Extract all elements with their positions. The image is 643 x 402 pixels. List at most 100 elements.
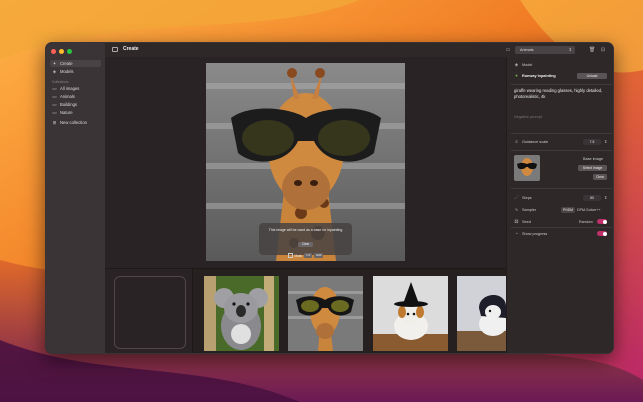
sidebar-item-models[interactable]: ◈ Models: [50, 68, 76, 75]
divider: [511, 133, 612, 134]
sampler-row: ∿ Sampler: [514, 207, 537, 212]
unload-button[interactable]: Unload: [577, 73, 607, 79]
gallery-thumb-dog-witch-hat[interactable]: [373, 276, 448, 351]
sidebar-toggle-icon[interactable]: [112, 47, 118, 52]
sidebar-item-animals[interactable]: ▭ Animals: [50, 93, 77, 100]
divider: [511, 84, 612, 85]
collection-select[interactable]: Animals ⇕: [515, 46, 575, 54]
dog-witch-hat-image: [373, 276, 448, 351]
cube-icon: ◈: [514, 62, 519, 67]
seed-value: Random: [579, 220, 593, 224]
app-window: ✦ Create ◈ Models Collections ▭ All imag…: [45, 42, 614, 354]
zoom-window-button[interactable]: [67, 49, 72, 54]
steps-value-field[interactable]: 50: [583, 195, 601, 201]
sidebar-item-label: Models: [60, 69, 74, 74]
folder-icon: ▭: [505, 47, 511, 53]
koala-image: [204, 276, 279, 351]
divider: [511, 227, 612, 228]
sliders-icon: ≡: [515, 139, 518, 144]
select-image-button[interactable]: Select image: [578, 165, 607, 171]
mask-edit-button[interactable]: Edit: [314, 253, 324, 258]
gallery-thumb-koala[interactable]: [204, 276, 279, 351]
folder-icon: ▭: [52, 86, 57, 91]
footsteps-icon: ⋰: [514, 195, 519, 200]
sidebar-item-label: Nature: [60, 110, 73, 115]
seed-random-toggle[interactable]: [597, 219, 607, 224]
model-label: Model: [522, 62, 533, 67]
sidebar-item-label: Create: [60, 61, 73, 66]
show-progress-toggle[interactable]: [597, 231, 607, 236]
gallery-thumb-dog-hood[interactable]: [457, 276, 506, 351]
gallery-placeholder-pane: [105, 269, 193, 353]
sparkle-icon: ✦: [52, 61, 57, 66]
trash-icon[interactable]: 🗑: [589, 47, 595, 53]
mask-row: Mask 1.0 Edit: [259, 253, 352, 258]
folder-plus-icon: ⊞: [52, 120, 57, 125]
sidebar-item-nature[interactable]: ▭ Nature: [50, 109, 75, 116]
model-section: ◈ Model: [514, 62, 533, 67]
collections-header: Collections: [52, 80, 69, 84]
sidebar-item-label: Animals: [60, 94, 75, 99]
sidebar-item-label: Buildings: [60, 102, 77, 107]
empty-image-slot[interactable]: [114, 276, 186, 349]
clear-image-button[interactable]: Clear: [593, 174, 607, 180]
new-collection-button[interactable]: ⊞ New collection: [50, 119, 89, 126]
model-name: Runway Inpainting: [522, 73, 556, 78]
negative-prompt-input[interactable]: Negative prompt: [514, 115, 542, 119]
base-image-canvas[interactable]: This image will be used as a base for in…: [206, 63, 405, 261]
sidebar-item-buildings[interactable]: ▭ Buildings: [50, 101, 79, 108]
toolbar: Create ▭ Animals ⇕ 🗑 ⊡: [105, 43, 613, 58]
base-image-thumb: [514, 155, 540, 181]
guidance-row: ≡ Guidance scale: [514, 139, 548, 144]
steps-label: Steps: [522, 195, 532, 200]
check-circle-icon: ●: [515, 73, 518, 78]
stepper-icon[interactable]: ⇕: [604, 195, 607, 200]
prompt-input[interactable]: giraffe wearing reading glasses, highly …: [514, 88, 609, 99]
collection-select-label: Animals: [520, 48, 534, 52]
sampler-select[interactable]: DPM-Solver++: [577, 208, 601, 212]
seed-row: ⚄ Seed: [514, 219, 531, 224]
gallery-strip: [105, 268, 506, 353]
sidebar: ✦ Create ◈ Models Collections ▭ All imag…: [46, 43, 105, 353]
clear-base-image-button[interactable]: Clear: [297, 242, 314, 247]
inpainting-message: This image will be used as a base for in…: [268, 228, 343, 232]
guidance-value-field[interactable]: 7.5: [583, 139, 601, 145]
sidebar-item-all-images[interactable]: ▭ All images: [50, 85, 81, 92]
stepper-icon[interactable]: ⇕: [604, 139, 607, 144]
sidebar-item-create[interactable]: ✦ Create: [50, 60, 101, 67]
seed-label: Seed: [522, 219, 531, 224]
folder-icon: ▭: [52, 102, 57, 107]
base-image-label: Base image: [583, 157, 604, 161]
page-title: Create: [123, 46, 139, 52]
close-window-button[interactable]: [51, 49, 56, 54]
folder-icon: ▭: [52, 94, 57, 99]
sampler-tag[interactable]: PNDM: [561, 207, 575, 213]
main-area: This image will be used as a base for in…: [105, 57, 506, 353]
giraffe-thumb-image: [288, 276, 363, 351]
wave-icon: ∿: [514, 207, 519, 212]
settings-panel: ◈ Model ● Runway Inpainting Unload giraf…: [506, 57, 613, 353]
sidebar-item-label: All images: [60, 86, 80, 91]
export-icon[interactable]: ⊡: [600, 47, 606, 53]
dice-icon: ⚄: [514, 219, 519, 224]
minimize-window-button[interactable]: [59, 49, 64, 54]
mask-checkbox[interactable]: [287, 253, 293, 258]
chevron-updown-icon: ⇕: [568, 47, 572, 52]
progress-row: ◔ Show progress: [514, 231, 547, 236]
mask-label: Mask: [294, 253, 303, 258]
inpainting-notice: This image will be used as a base for in…: [259, 223, 352, 258]
gallery-thumb-giraffe[interactable]: [288, 276, 363, 351]
divider: [511, 188, 612, 189]
gauge-icon: ◔: [515, 231, 518, 236]
folder-icon: ▭: [52, 110, 57, 115]
giraffe-mini-image: [514, 155, 540, 181]
divider: [511, 150, 612, 151]
window-controls: [51, 49, 72, 54]
new-collection-label: New collection: [60, 120, 87, 125]
dog-hood-image: [457, 276, 506, 351]
steps-row: ⋰ Steps: [514, 195, 532, 200]
mask-strength-button[interactable]: 1.0: [304, 253, 313, 258]
progress-label: Show progress: [522, 231, 548, 236]
model-row: ● Runway Inpainting: [514, 73, 556, 78]
sampler-label: Sampler: [522, 207, 537, 212]
